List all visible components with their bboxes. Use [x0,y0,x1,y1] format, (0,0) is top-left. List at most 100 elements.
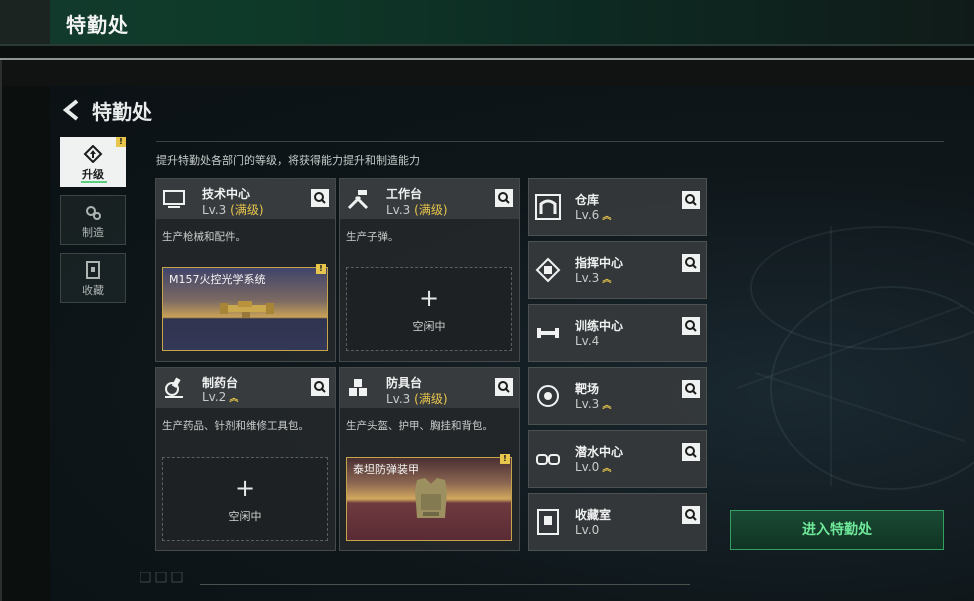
facility-name: 收藏室 [575,508,612,522]
facility-collection-room[interactable]: 收藏室 Lv.0 [528,493,707,551]
inspect-button[interactable] [682,380,700,398]
facility-level: Lv.6 ︽ [575,208,612,222]
sidebar-tab-craft[interactable]: 制造 [60,195,126,245]
facility-name: 潜水中心 [575,445,624,459]
add-icon: + [418,284,440,312]
department-card-workbench[interactable]: 工作台 Lv.3 (满级) 生产子弹。 + 空闲中 [339,178,520,362]
facility-training-center[interactable]: 训练中心 Lv.4 [528,304,707,362]
department-name: 工作台 [386,187,423,201]
department-description: 生产头盔、护甲、胸挂和背包。 [346,420,493,432]
department-card-tech-center[interactable]: 技术中心 Lv.3 (满级) 生产枪械和配件。 M157火控光学系统 ! [155,178,336,362]
search-icon [685,257,697,269]
sidebar-tab-collection[interactable]: 收藏 [60,253,126,303]
item-name: M157火控光学系统 [169,273,266,286]
gears-icon [86,206,101,220]
scope-item-icon [220,301,274,318]
item-name: 泰坦防弹装甲 [353,463,419,476]
inspect-button[interactable] [682,443,700,461]
decorative-squares [140,572,183,583]
search-icon [314,192,326,204]
sidebar-tab-label: 收藏 [82,284,104,297]
collection-icon [86,261,100,279]
department-level: Lv.3 (满级) [386,203,448,217]
facility-shooting-range[interactable]: 靶场 Lv.3 ︽ [528,367,707,425]
upgrade-available-icon: ︽ [229,394,239,404]
armor-item-icon [415,478,447,518]
search-icon [498,381,510,393]
search-icon [498,192,510,204]
sidebar-tab-label: 制造 [82,226,104,239]
sidebar-tab-upgrade[interactable]: 升级 ! [60,137,126,187]
inspect-button[interactable] [495,378,513,396]
upgrade-available-icon: ︽ [602,275,612,285]
header-divider [156,141,944,142]
facility-name: 训练中心 [575,319,624,333]
computer-icon [163,190,185,208]
department-description: 生产药品、针剂和维修工具包。 [162,420,309,432]
department-level: Lv.2 ︽ [202,390,239,404]
target-icon [537,385,559,407]
facility-command-center[interactable]: 指挥中心 Lv.3 ︽ [528,241,707,299]
warehouse-icon [535,194,561,220]
sidebar-tab-label: 升级 [82,168,104,181]
title-bar-accent [0,0,50,44]
title-bar: 特勤处 [0,0,974,46]
bottom-divider [200,584,690,585]
department-description: 生产子弹。 [346,231,399,243]
department-name: 防具台 [386,376,423,390]
department-name: 制药台 [202,376,239,390]
department-level: Lv.3 (满级) [202,203,264,217]
display-case-icon [537,509,559,535]
page-description: 提升特勤处各部门的等级，将获得能力提升和制造能力 [156,154,420,167]
cubes-icon [349,379,367,396]
back-button[interactable] [61,98,85,122]
facility-warehouse[interactable]: 仓库 Lv.6 ︽ [528,178,707,236]
dumbbell-icon [537,328,559,338]
notification-badge: ! [316,264,326,274]
facility-diving-center[interactable]: 潜水中心 Lv.0 ︽ [528,430,707,488]
active-indicator [81,181,107,183]
notification-badge: ! [116,137,126,147]
production-slot[interactable]: 泰坦防弹装甲 ! [346,454,512,541]
production-slot-empty[interactable]: + 空闲中 [162,457,328,541]
back-arrow-icon [62,99,79,121]
facility-name: 靶场 [575,382,600,396]
facility-level: Lv.0 ︽ [575,460,612,474]
upgrade-available-icon: ︽ [602,212,612,222]
production-slot-empty[interactable]: + 空闲中 [346,267,512,351]
inspect-button[interactable] [682,191,700,209]
facility-level: Lv.3 ︽ [575,271,612,285]
add-icon: + [234,474,256,502]
search-icon [685,383,697,395]
department-level: Lv.3 (满级) [386,392,448,406]
facility-level: Lv.3 ︽ [575,397,612,411]
production-slot[interactable]: M157火控光学系统 ! [162,264,328,351]
upgrade-icon [83,145,103,163]
department-card-armor-bench[interactable]: 防具台 Lv.3 (满级) 生产头盔、护甲、胸挂和背包。 泰坦防弹装甲 ! [339,367,520,551]
inspect-button[interactable] [311,189,329,207]
page-title: 特勤处 [92,100,152,124]
upgrade-available-icon: ︽ [602,464,612,474]
facility-name: 仓库 [575,193,600,207]
inspect-button[interactable] [311,378,329,396]
tools-icon [347,190,369,210]
search-icon [685,320,697,332]
slot-status: 空闲中 [412,320,446,333]
inspect-button[interactable] [682,254,700,272]
search-icon [685,194,697,206]
search-icon [685,509,697,521]
facility-name: 指挥中心 [575,256,624,270]
enter-special-service-button[interactable]: 进入特勤处 [730,510,944,550]
department-description: 生产枪械和配件。 [162,231,246,243]
department-name: 技术中心 [202,187,251,201]
search-icon [314,381,326,393]
inspect-button[interactable] [495,189,513,207]
inspect-button[interactable] [682,317,700,335]
department-card-pharmacy[interactable]: 制药台 Lv.2 ︽ 生产药品、针剂和维修工具包。 + 空闲中 [155,367,336,551]
microscope-icon [165,377,183,398]
facility-level: Lv.4 [575,334,600,348]
chip-icon [535,257,561,283]
inspect-button[interactable] [682,506,700,524]
slot-status: 空闲中 [228,510,262,523]
facility-level: Lv.0 [575,523,600,537]
